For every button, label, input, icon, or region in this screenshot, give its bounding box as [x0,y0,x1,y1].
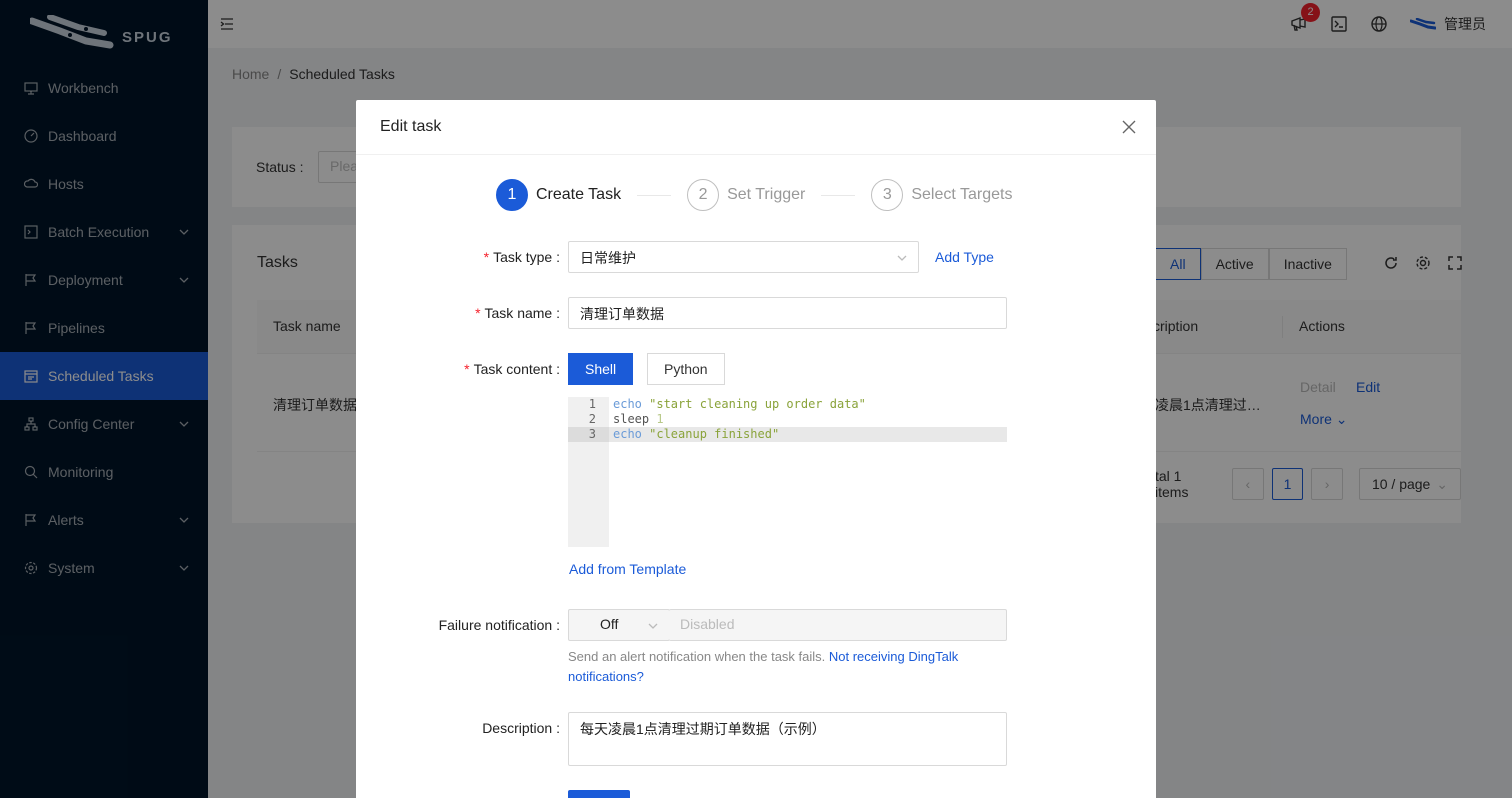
step-set-trigger: 2 Set Trigger [687,179,805,211]
chevron-down-icon [648,623,658,629]
shell-tab[interactable]: Shell [568,353,634,385]
failure-url-input: Disabled [669,609,1007,641]
edit-task-modal: Edit task 1 Create Task 2 Set Trigger 3 … [356,100,1156,798]
step-3-number: 3 [871,179,904,211]
add-type-link[interactable]: Add Type [935,249,994,265]
code-editor[interactable]: 1 echo "start cleaning up order data" 2 … [568,397,1007,547]
failure-mode-value: Off [600,616,619,632]
step-1-title: Create Task [536,186,622,203]
task-content-label: * Task content : [464,361,560,377]
description-label: Description : [482,720,560,736]
step-2-number: 2 [687,179,720,211]
code-line: 2 sleep 1 [588,412,664,426]
description-textarea[interactable]: 每天凌晨1点清理过期订单数据（示例） [568,712,1007,766]
python-tab[interactable]: Python [647,353,725,385]
steps: 1 Create Task 2 Set Trigger 3 Select Tar… [496,179,1012,211]
failure-mode-select[interactable]: Off [568,609,670,641]
task-type-select[interactable]: 日常维护 [568,241,919,273]
modal-title: Edit task [380,118,442,135]
chevron-down-icon [897,255,907,261]
step-select-targets: 3 Select Targets [871,179,1012,211]
step-2-title: Set Trigger [727,186,806,203]
failure-hint: Send an alert notification when the task… [568,649,959,684]
task-name-label: * Task name : [475,305,560,321]
code-line: 3 echo "cleanup finished" [568,427,1007,442]
task-type-value: 日常维护 [580,250,636,266]
next-button[interactable] [568,790,630,798]
add-from-template-link[interactable]: Add from Template [569,561,686,577]
code-line: 1 echo "start cleaning up order data" [588,397,866,411]
task-type-label: * Task type : [483,249,560,265]
step-3-title: Select Targets [911,186,1013,203]
close-icon[interactable] [1122,120,1136,134]
failure-notification-label: Failure notification : [438,617,560,633]
task-name-input[interactable]: 清理订单数据 [568,297,1007,329]
step-create-task: 1 Create Task [496,179,621,211]
step-1-number: 1 [496,179,528,211]
